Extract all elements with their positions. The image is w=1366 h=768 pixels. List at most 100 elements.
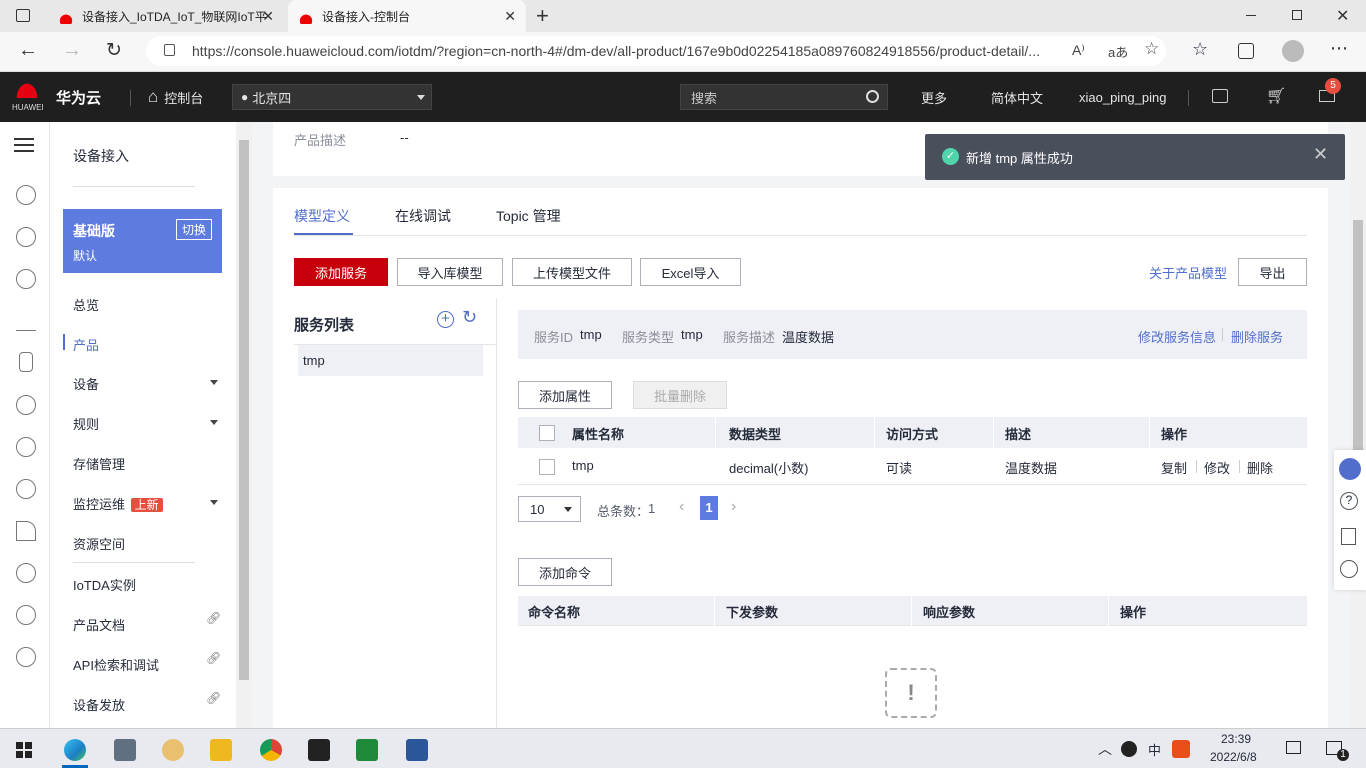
edit-property-link[interactable]: 修改 [1204, 458, 1230, 477]
paint-icon[interactable] [162, 739, 184, 761]
sidenav-scrollbar[interactable] [236, 122, 252, 728]
restore-icon[interactable] [1292, 10, 1302, 20]
mountain-icon[interactable] [16, 311, 36, 331]
scrollbar-thumb[interactable] [239, 140, 249, 680]
sail-icon[interactable] [16, 521, 36, 541]
clock-time[interactable]: 23:39 [1221, 732, 1251, 746]
search-icon[interactable] [866, 90, 879, 103]
browser-tab-docs[interactable]: 设备接入_IoTDA_IoT_物联网IoT平 ✕ [48, 0, 284, 32]
cloud-service-icon[interactable] [16, 185, 36, 205]
tab-actions-icon[interactable] [16, 9, 30, 22]
close-window-icon[interactable]: ✕ [1336, 6, 1349, 26]
cloud-service-icon[interactable] [16, 269, 36, 289]
edge-browser-icon[interactable] [64, 739, 86, 761]
add-service-icon[interactable]: + [437, 311, 454, 328]
new-tab-button[interactable]: + [536, 3, 549, 29]
clock-date[interactable]: 2022/6/8 [1210, 750, 1257, 764]
nav-item-device-provisioning[interactable]: 设备发放 [73, 695, 125, 714]
user-menu[interactable]: xiao_ping_ping [1079, 72, 1166, 122]
about-product-model-link[interactable]: 关于产品模型 [1149, 263, 1227, 282]
phone-icon[interactable] [19, 352, 33, 372]
close-tab-icon[interactable]: ✕ [262, 8, 274, 25]
page-number[interactable]: 1 [700, 496, 718, 520]
refresh-list-icon[interactable]: ↻ [462, 307, 477, 328]
sogou-tray-icon[interactable] [1172, 740, 1190, 758]
nav-item-monitor[interactable]: 监控运维 上新 [73, 494, 163, 513]
cart-icon[interactable]: 🛒︎ [1266, 86, 1286, 106]
profile-avatar[interactable] [1282, 40, 1304, 62]
delete-service-link[interactable]: 删除服务 [1231, 327, 1283, 346]
nav-item-resource-space[interactable]: 资源空间 [73, 534, 125, 553]
back-icon[interactable]: ← [18, 39, 38, 62]
tab-model-definition[interactable]: 模型定义 [294, 206, 350, 226]
nav-item-overview[interactable]: 总览 [73, 295, 99, 314]
settings-more-icon[interactable]: ⋯ [1330, 38, 1348, 59]
help-icon[interactable]: ? [1340, 492, 1358, 510]
tab-online-debug[interactable]: 在线调试 [395, 206, 451, 226]
add-service-button[interactable]: 添加服务 [294, 258, 388, 286]
export-button[interactable]: 导出 [1238, 258, 1307, 286]
action-center-icon[interactable] [1286, 741, 1301, 754]
nav-item-product[interactable]: 产品 [73, 335, 99, 354]
menu-hamburger-icon[interactable] [14, 138, 34, 152]
url-field[interactable]: https://console.huaweicloud.com/iotdm/?r… [146, 36, 1166, 66]
copy-property-link[interactable]: 复制 [1161, 458, 1187, 477]
forward-icon[interactable]: → [62, 39, 82, 62]
tab-topic-manage[interactable]: Topic 管理 [496, 206, 561, 226]
delete-property-link[interactable]: 删除 [1247, 458, 1273, 477]
read-aloud-icon[interactable]: A⁾ [1072, 42, 1085, 59]
ime-indicator[interactable]: 中 [1148, 740, 1161, 759]
cloud-service-icon[interactable] [16, 479, 36, 499]
refresh-icon[interactable]: ↻ [106, 39, 122, 62]
batch-delete-button[interactable]: 批量删除 [633, 381, 727, 409]
vim-icon[interactable] [356, 739, 378, 761]
huawei-logo-icon[interactable] [14, 80, 40, 98]
language-menu[interactable]: 简体中文 [991, 72, 1043, 122]
close-tab-icon[interactable]: ✕ [504, 8, 516, 25]
next-page-icon[interactable]: › [731, 498, 736, 516]
browser-tab-console[interactable]: 设备接入-控制台 ✕ [288, 0, 526, 32]
region-select[interactable]: ● 北京四 [232, 84, 432, 110]
file-explorer-icon[interactable] [210, 739, 232, 761]
calculator-icon[interactable] [114, 739, 136, 761]
customer-service-icon[interactable] [1339, 458, 1361, 480]
typora-icon[interactable] [308, 739, 330, 761]
edition-card[interactable]: 基础版 默认 切换 [63, 209, 222, 273]
import-library-model-button[interactable]: 导入库模型 [397, 258, 503, 286]
main-scrollbar[interactable] [1350, 122, 1366, 728]
chrome-icon[interactable] [260, 739, 282, 761]
row-checkbox[interactable] [539, 459, 555, 475]
feedback-edit-icon[interactable] [1341, 528, 1356, 545]
minimize-icon[interactable] [1246, 15, 1256, 16]
cloud-upload-icon[interactable] [16, 437, 36, 457]
more-menu[interactable]: 更多 [921, 72, 947, 122]
favorite-add-icon[interactable]: ☆ [1144, 39, 1159, 59]
globe-icon[interactable] [16, 647, 36, 667]
smiley-icon[interactable] [1340, 560, 1358, 578]
windows-start-icon[interactable] [16, 742, 32, 758]
console-home-link[interactable]: ⌂ 控制台 [148, 72, 203, 122]
nav-item-device[interactable]: 设备 [73, 374, 99, 393]
close-toast-icon[interactable]: ✕ [1313, 144, 1328, 165]
upload-model-file-button[interactable]: 上传模型文件 [512, 258, 632, 286]
nav-item-iotda-instance[interactable]: IoTDA实例 [73, 575, 136, 594]
add-property-button[interactable]: 添加属性 [518, 381, 612, 409]
cloud-service-icon[interactable] [16, 227, 36, 247]
qq-tray-icon[interactable] [1121, 741, 1137, 757]
page-size-select[interactable]: 10 [518, 496, 581, 522]
select-all-checkbox[interactable] [539, 425, 555, 441]
translate-icon[interactable]: aあ [1108, 42, 1128, 61]
cluster-icon[interactable] [16, 605, 36, 625]
ip-icon[interactable] [16, 563, 36, 583]
collections-icon[interactable] [1238, 43, 1254, 59]
chevron-up-icon[interactable]: ︿ [1098, 739, 1112, 759]
word-icon[interactable] [406, 739, 428, 761]
brand-title[interactable]: 华为云 [56, 72, 101, 122]
search-input[interactable]: 搜索 [691, 88, 717, 107]
header-search[interactable]: 搜索 [680, 84, 888, 110]
edition-switch-button[interactable]: 切换 [175, 219, 212, 240]
service-list-item[interactable]: tmp [298, 345, 483, 376]
nav-item-api-explorer[interactable]: API检索和调试 [73, 655, 159, 674]
nav-item-rules[interactable]: 规则 [73, 414, 99, 433]
prev-page-icon[interactable]: ‹ [679, 498, 684, 516]
